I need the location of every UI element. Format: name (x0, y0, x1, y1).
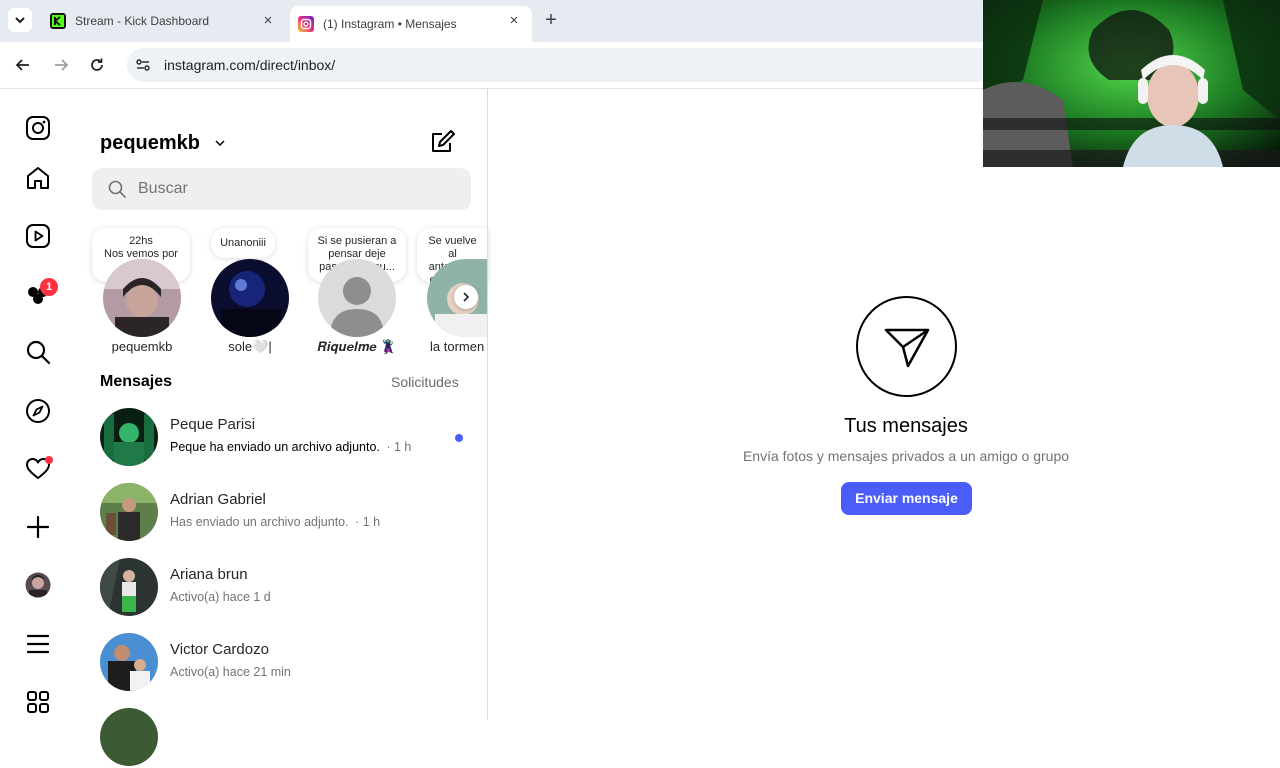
tab-title: (1) Instagram • Mensajes (323, 17, 457, 31)
chevron-down-icon (215, 140, 225, 147)
instagram-favicon-icon (298, 16, 314, 32)
conversation-item[interactable]: Peque Parisi Peque ha enviado un archivo… (100, 408, 470, 468)
close-tab-icon[interactable]: × (506, 13, 522, 29)
conversation-item[interactable]: Victor Cardozo Activo(a) hace 21 min (100, 633, 470, 693)
story-username: pequemkb (111, 339, 173, 354)
profile-avatar[interactable] (24, 571, 52, 599)
home-icon[interactable] (24, 164, 52, 192)
tab-search-dropdown-button[interactable] (8, 8, 32, 32)
note-bubble[interactable]: Unanoniii (211, 228, 275, 258)
timestamp: · 1 h (355, 515, 381, 529)
site-info-icon[interactable] (135, 57, 151, 73)
arrow-left-icon (15, 59, 29, 71)
webcam-overlay (983, 0, 1280, 167)
search-icon[interactable] (24, 338, 52, 366)
empty-state-title: Tus mensajes (844, 415, 968, 437)
reels-icon[interactable] (24, 222, 52, 250)
avatar (100, 408, 158, 466)
chevron-right-icon (463, 292, 470, 302)
url-text: instagram.com/direct/inbox/ (164, 57, 336, 73)
threads-icon[interactable] (24, 688, 52, 716)
avatar (100, 633, 158, 691)
story-username: la tormen (430, 339, 485, 354)
preview-text: Peque ha enviado un archivo adjunto. (170, 440, 380, 454)
conversation-name: Adrian Gabriel (170, 491, 266, 508)
menu-icon[interactable] (24, 630, 52, 658)
forward-button[interactable] (50, 54, 72, 76)
reload-button[interactable] (86, 54, 108, 76)
create-icon[interactable] (24, 513, 52, 541)
new-message-icon[interactable] (430, 129, 456, 155)
messages-section-title: Mensajes (100, 373, 173, 390)
kick-favicon-icon (50, 13, 66, 29)
back-button[interactable] (12, 54, 34, 76)
conversation-item[interactable]: Ariana brun Activo(a) hace 1 d (100, 558, 470, 618)
account-switcher[interactable]: pequemkb (100, 132, 226, 155)
address-bar[interactable]: instagram.com/direct/inbox/ (127, 48, 1007, 82)
empty-state-subtitle: Envía fotos y mensajes privados a un ami… (742, 448, 1070, 464)
notification-badge: 1 (40, 278, 58, 296)
search-input[interactable]: Buscar (92, 168, 471, 210)
conversation-name: Victor Cardozo (170, 641, 269, 658)
conversation-preview: Activo(a) hace 21 min (170, 665, 291, 679)
close-tab-icon[interactable]: × (260, 13, 276, 29)
avatar (100, 708, 158, 766)
story-username: 𝑹𝒊𝒒𝒖𝒆𝒍𝒎𝒆 🦹 (317, 339, 397, 354)
explore-icon[interactable] (24, 397, 52, 425)
new-tab-button[interactable]: + (541, 10, 561, 30)
chevron-down-icon (15, 17, 25, 24)
conversation-name: Ariana brun (170, 566, 248, 583)
send-message-button[interactable]: Enviar mensaje (841, 482, 972, 515)
messages-empty-icon (856, 296, 957, 397)
search-icon (108, 180, 126, 198)
story-username: sole🤍| (228, 339, 272, 354)
reload-icon (91, 58, 103, 71)
conversation-item[interactable]: Adrian Gabriel Has enviado un archivo ad… (100, 483, 470, 543)
conversation-preview: Has enviado un archivo adjunto. · 1 h (170, 515, 380, 529)
avatar (100, 483, 158, 541)
arrow-right-icon (55, 59, 69, 71)
tab-kick-dashboard[interactable]: Stream - Kick Dashboard × (40, 6, 286, 36)
conversation-preview: Activo(a) hace 1 d (170, 590, 271, 604)
conversation-name: Peque Parisi (170, 416, 256, 433)
paper-plane-icon (884, 328, 929, 367)
conversation-preview: Peque ha enviado un archivo adjunto. · 1… (170, 440, 411, 454)
story-avatar[interactable] (211, 259, 289, 337)
conversation-item[interactable] (100, 708, 470, 768)
story-avatar[interactable] (103, 259, 181, 337)
tab-title: Stream - Kick Dashboard (75, 14, 210, 28)
search-placeholder: Buscar (138, 180, 188, 197)
account-name: pequemkb (100, 132, 201, 154)
activity-dot (45, 456, 53, 464)
tab-instagram-messages[interactable]: (1) Instagram • Mensajes × (290, 6, 532, 42)
notes-next-button[interactable] (454, 285, 478, 309)
preview-text: Has enviado un archivo adjunto. (170, 515, 349, 529)
instagram-icon[interactable] (24, 114, 52, 142)
requests-link[interactable]: Solicitudes (391, 374, 459, 390)
note-text: Unanoniii (220, 237, 266, 249)
panel-divider (487, 89, 488, 720)
avatar (100, 558, 158, 616)
unread-dot (455, 434, 463, 442)
timestamp: · 1 h (386, 440, 412, 454)
story-avatar-default[interactable] (318, 259, 396, 337)
